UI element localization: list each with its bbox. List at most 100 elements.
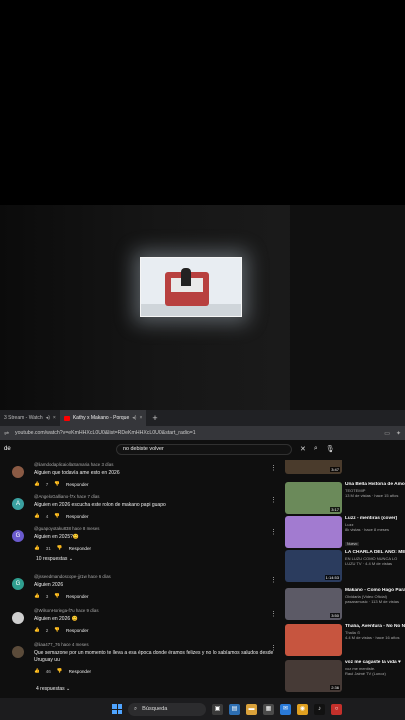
search-icon[interactable]: ⌕	[314, 445, 318, 453]
comment-user[interactable]: @guapoyotaku838	[34, 526, 71, 531]
video-duration: 3:17	[330, 507, 340, 512]
video-thumbnail[interactable]: 3:50	[285, 588, 342, 620]
photo-background	[0, 205, 405, 410]
video-stats: pasaramusic · 113 M de vistas	[345, 599, 399, 604]
opera-icon[interactable]: ○	[331, 703, 342, 715]
like-icon[interactable]: 👍	[34, 668, 40, 674]
microphone-icon[interactable]: 🎙	[326, 445, 335, 453]
comment-author[interactable]: @liaa477_76 hace 4 meses	[34, 642, 274, 647]
cast-icon[interactable]: ▭	[384, 430, 390, 437]
more-options-icon[interactable]: ⋮	[270, 496, 277, 504]
like-icon[interactable]: 👍	[34, 513, 40, 519]
comment-time: hace 6 días	[88, 574, 111, 579]
reply-button[interactable]: Responder	[66, 514, 88, 519]
comment-author[interactable]: @AngeloGalliano-f7x hace 7 días	[34, 494, 274, 499]
avatar[interactable]: G	[12, 530, 24, 542]
like-icon[interactable]: 👍	[34, 593, 40, 599]
site-info-icon[interactable]: ⇌	[4, 430, 9, 437]
like-icon[interactable]: 👍	[34, 481, 40, 487]
reply-button[interactable]: Responder	[66, 594, 88, 599]
windows-start-icon[interactable]	[112, 704, 122, 714]
dislike-icon[interactable]: 👎	[54, 481, 60, 487]
video-thumbnail[interactable]: 3:47	[285, 460, 342, 474]
chrome-icon[interactable]: ◉	[297, 703, 308, 715]
like-icon[interactable]: 👍	[34, 627, 40, 633]
new-badge: Nuevo	[345, 542, 360, 546]
comment-author[interactable]: @jsseedmandoscope-jjr1w hace 6 días	[34, 574, 274, 579]
search-input[interactable]: no debiste volver	[116, 443, 292, 455]
clear-icon[interactable]: ✕	[300, 445, 306, 453]
app-icon[interactable]: ▦	[263, 703, 274, 715]
comment-user[interactable]: @liamdodaplicaiollaSamaria	[34, 462, 89, 467]
tv-person	[181, 268, 191, 286]
speaker-icon: ◂)	[132, 415, 137, 421]
extensions-icon[interactable]: ✦	[396, 430, 401, 437]
url-field[interactable]: youtube.com/watch?v=eKmHHXcL0U0&list=RDe…	[15, 430, 378, 436]
dislike-icon[interactable]: 👎	[57, 668, 63, 674]
comment-user[interactable]: @WilsonHoriega-f7u	[34, 608, 75, 613]
view-replies-button[interactable]: 4 respuestas ⌄	[36, 686, 70, 692]
replies-label: 10 respuestas	[36, 556, 68, 562]
video-info: Una Bella Historia de Amor TEOTEMIP 13 M…	[345, 482, 405, 498]
like-count: 31	[45, 545, 51, 551]
comment-user[interactable]: @AngeloGalliano-f7x	[34, 494, 76, 499]
like-count: 3	[45, 593, 49, 599]
comment-body: @liaa477_76 hace 4 meses Que semazone po…	[34, 642, 274, 674]
reply-button[interactable]: Responder	[69, 669, 91, 674]
close-icon[interactable]: ×	[53, 415, 56, 421]
comment-author[interactable]: @liamdodaplicaiollaSamaria hace 3 días	[34, 462, 274, 467]
taskbar-search-label: Búsqueda	[142, 706, 168, 712]
comment-user[interactable]: @jsseedmandoscope-jjr1w	[34, 574, 87, 579]
more-options-icon[interactable]: ⋮	[270, 576, 277, 584]
more-options-icon[interactable]: ⋮	[270, 610, 277, 618]
avatar[interactable]: G	[12, 578, 24, 590]
video-thumbnail[interactable]	[285, 624, 342, 656]
avatar[interactable]	[12, 646, 24, 658]
view-replies-button[interactable]: 10 respuestas ⌄	[36, 556, 73, 562]
recommended-video[interactable]: Thalia, Aventura - No No No Thalia ⊙ 4.4…	[285, 624, 405, 658]
store-icon[interactable]: ▤	[229, 703, 240, 715]
youtube-logo[interactable]: de	[4, 446, 28, 452]
avatar[interactable]: A	[12, 498, 24, 510]
video-thumbnail[interactable]: 1:14:53	[285, 550, 342, 582]
more-options-icon[interactable]: ⋮	[270, 464, 277, 472]
dislike-icon[interactable]: 👎	[57, 545, 63, 551]
comment-time: hace 7 días	[76, 494, 100, 499]
video-thumbnail[interactable]: 2:36	[285, 660, 342, 692]
recommended-video[interactable]: 3:50 Makano - Como Hago Para Olvidarla (…	[285, 588, 405, 622]
recommended-video[interactable]: 1:14:53 LA CHARLA DEL AÑO: MEDIS EN LUZU…	[285, 550, 405, 584]
more-options-icon[interactable]: ⋮	[270, 528, 277, 536]
comment-author[interactable]: @WilsonHoriega-f7u hace 9 días	[34, 608, 274, 613]
like-count: 46	[45, 668, 51, 674]
task-view-icon[interactable]: ▣	[212, 703, 223, 715]
recommended-video[interactable]: 3:17 Una Bella Historia de Amor TEOTEMIP…	[285, 482, 405, 516]
dislike-icon[interactable]: 👎	[54, 627, 60, 633]
dislike-icon[interactable]: 👎	[54, 593, 60, 599]
tab-youtube[interactable]: Kathy x Makano - Porque ◂) ×	[59, 410, 147, 426]
reply-button[interactable]: Responder	[66, 482, 88, 487]
like-icon[interactable]: 👍	[34, 545, 40, 551]
tab-stream[interactable]: 3 Stream - Watch ◂) ×	[0, 410, 60, 426]
avatar[interactable]	[12, 466, 24, 478]
mail-icon[interactable]: ✉	[280, 703, 291, 715]
video-thumbnail[interactable]: 3:17	[285, 482, 342, 514]
dislike-icon[interactable]: 👎	[54, 513, 60, 519]
reply-button[interactable]: Responder	[66, 628, 88, 633]
close-icon[interactable]: ×	[139, 415, 142, 421]
video-thumbnail[interactable]	[285, 516, 342, 548]
more-options-icon[interactable]: ⋮	[270, 644, 277, 652]
tv-screen	[140, 257, 242, 317]
tiktok-icon[interactable]: ♪	[314, 703, 325, 715]
recommended-video[interactable]: Luzz - mentiras (cover) Luzz 8k vistas ·…	[285, 516, 405, 550]
like-count: 4	[45, 513, 49, 519]
taskbar-search[interactable]: ⌕ Búsqueda	[128, 702, 206, 716]
comment-author[interactable]: @guapoyotaku838 hace 8 meses	[34, 526, 274, 531]
folder-icon[interactable]: ▬	[246, 703, 257, 715]
new-tab-button[interactable]: +	[146, 413, 163, 423]
avatar[interactable]	[12, 612, 24, 624]
video-title[interactable]: Luzz - mentiras (cover)	[345, 516, 405, 522]
recommended-video[interactable]: 2:36 voz me cagaste la vida ♥ voz me men…	[285, 660, 405, 694]
comment-user[interactable]: @liaa477_76	[34, 642, 60, 647]
reply-button[interactable]: Responder	[69, 546, 91, 551]
recommended-video[interactable]: 3:47 4.5 M de vistas · hace 17 años	[285, 460, 405, 476]
